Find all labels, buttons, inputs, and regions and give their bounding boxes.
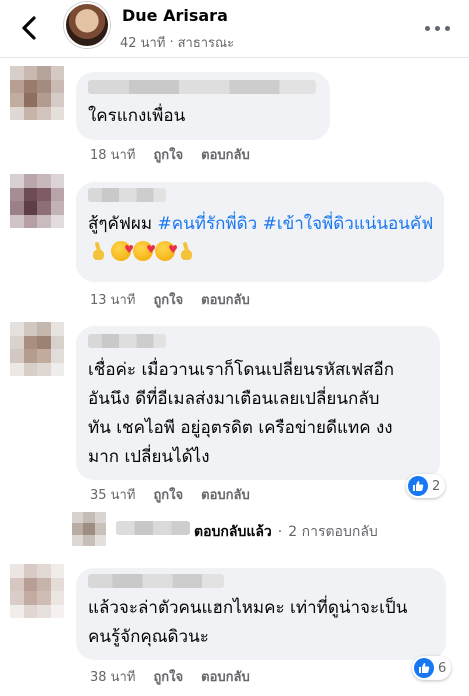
reaction-count-badge[interactable]: 6 <box>412 656 452 680</box>
comment-text: สู้ๆคัฟผม #คนที่รักพี่ดิว #เข้าใจพี่ดิวแ… <box>88 210 438 268</box>
reply-button[interactable]: ตอบกลับ <box>201 289 250 310</box>
comment-item: แล้วจะล่าตัวคนแฮกไหมคะ เท่าที่ดูน่าจะเป็… <box>0 548 469 696</box>
commenter-name-blurred[interactable] <box>88 80 316 94</box>
smiling-face-with-hearts-emoji <box>155 235 178 264</box>
post-time[interactable]: 42 นาที <box>120 32 165 53</box>
profile-name[interactable]: Due Arisara <box>122 6 228 25</box>
reaction-count: 2 <box>432 478 441 494</box>
reply-count: 2 การตอบกลับ <box>288 524 378 540</box>
audience-label: สาธารณะ <box>177 36 235 51</box>
comment-actions: 18 นาที ถูกใจ ตอบกลับ <box>90 144 250 165</box>
hashtag-link[interactable]: #คนที่รักพี่ดิว <box>158 214 258 234</box>
comment-bubble[interactable]: สู้ๆคัฟผม #คนที่รักพี่ดิว #เข้าใจพี่ดิวแ… <box>76 182 444 282</box>
hashtag-link[interactable]: #เข้าใจพี่ดิวแน่นอนคัฟ <box>263 214 434 234</box>
commenter-avatar[interactable] <box>10 564 64 618</box>
like-reaction-icon <box>408 476 428 496</box>
post-header: Due Arisara 42 นาที · สาธารณะ <box>0 0 469 58</box>
comment-bubble[interactable]: แล้วจะล่าตัวคนแฮกไหมคะ เท่าที่ดูน่าจะเป็… <box>76 568 446 660</box>
commenter-avatar[interactable] <box>10 322 64 376</box>
reply-separator: · <box>277 524 283 540</box>
profile-avatar[interactable] <box>64 2 110 48</box>
more-dot-icon <box>434 25 440 31</box>
comment-text: เชื่อค่ะ เมื่อวานเราก็โดนเปลี่ยนรหัสเฟสอ… <box>88 360 395 467</box>
reply-button[interactable]: ตอบกลับ <box>201 666 250 687</box>
comment-text-prefix: สู้ๆคัฟผม <box>88 214 158 234</box>
commenter-avatar[interactable] <box>10 174 64 228</box>
comment-item: สู้ๆคัฟผม #คนที่รักพี่ดิว #เข้าใจพี่ดิวแ… <box>0 168 469 318</box>
victory-hand-emoji <box>89 241 109 261</box>
comment-bubble[interactable]: ใครแกงเพื่อน <box>76 72 330 140</box>
victory-hand-emoji <box>177 241 197 261</box>
like-button[interactable]: ถูกใจ <box>153 289 183 310</box>
more-options-button[interactable] <box>420 18 454 38</box>
commenter-name-blurred[interactable] <box>88 334 166 348</box>
more-dot-icon <box>444 25 450 31</box>
meta-separator: · <box>169 35 174 50</box>
replier-avatar[interactable] <box>72 512 106 546</box>
smiling-face-with-hearts-emoji <box>111 235 134 264</box>
comment-time[interactable]: 13 นาที <box>90 289 135 310</box>
comment-time[interactable]: 18 นาที <box>90 144 135 165</box>
replied-label: ตอบกลับแล้ว <box>194 524 272 540</box>
commenter-name-blurred[interactable] <box>88 188 166 202</box>
comment-time[interactable]: 35 นาที <box>90 484 135 505</box>
back-button[interactable] <box>14 12 46 44</box>
reply-button[interactable]: ตอบกลับ <box>201 484 250 505</box>
like-button[interactable]: ถูกใจ <box>153 484 183 505</box>
like-button[interactable]: ถูกใจ <box>153 666 183 687</box>
commenter-avatar[interactable] <box>10 66 64 120</box>
like-reaction-icon <box>414 658 434 678</box>
comment-actions: 38 นาที ถูกใจ ตอบกลับ <box>90 666 250 687</box>
chevron-left-icon <box>22 16 36 40</box>
comment-time[interactable]: 38 นาที <box>90 666 135 687</box>
reaction-count: 6 <box>438 660 447 676</box>
comment-actions: 13 นาที ถูกใจ ตอบกลับ <box>90 289 250 310</box>
view-replies-link[interactable]: ตอบกลับแล้ว · 2 การตอบกลับ <box>194 521 378 543</box>
comment-item: เชื่อค่ะ เมื่อวานเราก็โดนเปลี่ยนรหัสเฟสอ… <box>0 318 469 548</box>
replier-name-blurred[interactable] <box>116 521 190 535</box>
reply-button[interactable]: ตอบกลับ <box>201 144 250 165</box>
comment-text: แล้วจะล่าตัวคนแฮกไหมคะ เท่าที่ดูน่าจะเป็… <box>88 598 408 647</box>
commenter-name-blurred[interactable] <box>88 574 224 588</box>
comment-actions: 35 นาที ถูกใจ ตอบกลับ <box>90 484 250 505</box>
post-meta: 42 นาที · สาธารณะ <box>120 32 234 53</box>
more-dot-icon <box>424 25 430 31</box>
comment-text: ใครแกงเพื่อน <box>88 106 186 126</box>
smiling-face-with-hearts-emoji <box>133 235 156 264</box>
reaction-count-badge[interactable]: 2 <box>406 474 446 498</box>
comment-bubble[interactable]: เชื่อค่ะ เมื่อวานเราก็โดนเปลี่ยนรหัสเฟสอ… <box>76 326 440 480</box>
comment-item: ใครแกงเพื่อน 18 นาที ถูกใจ ตอบกลับ <box>0 58 469 168</box>
like-button[interactable]: ถูกใจ <box>153 144 183 165</box>
